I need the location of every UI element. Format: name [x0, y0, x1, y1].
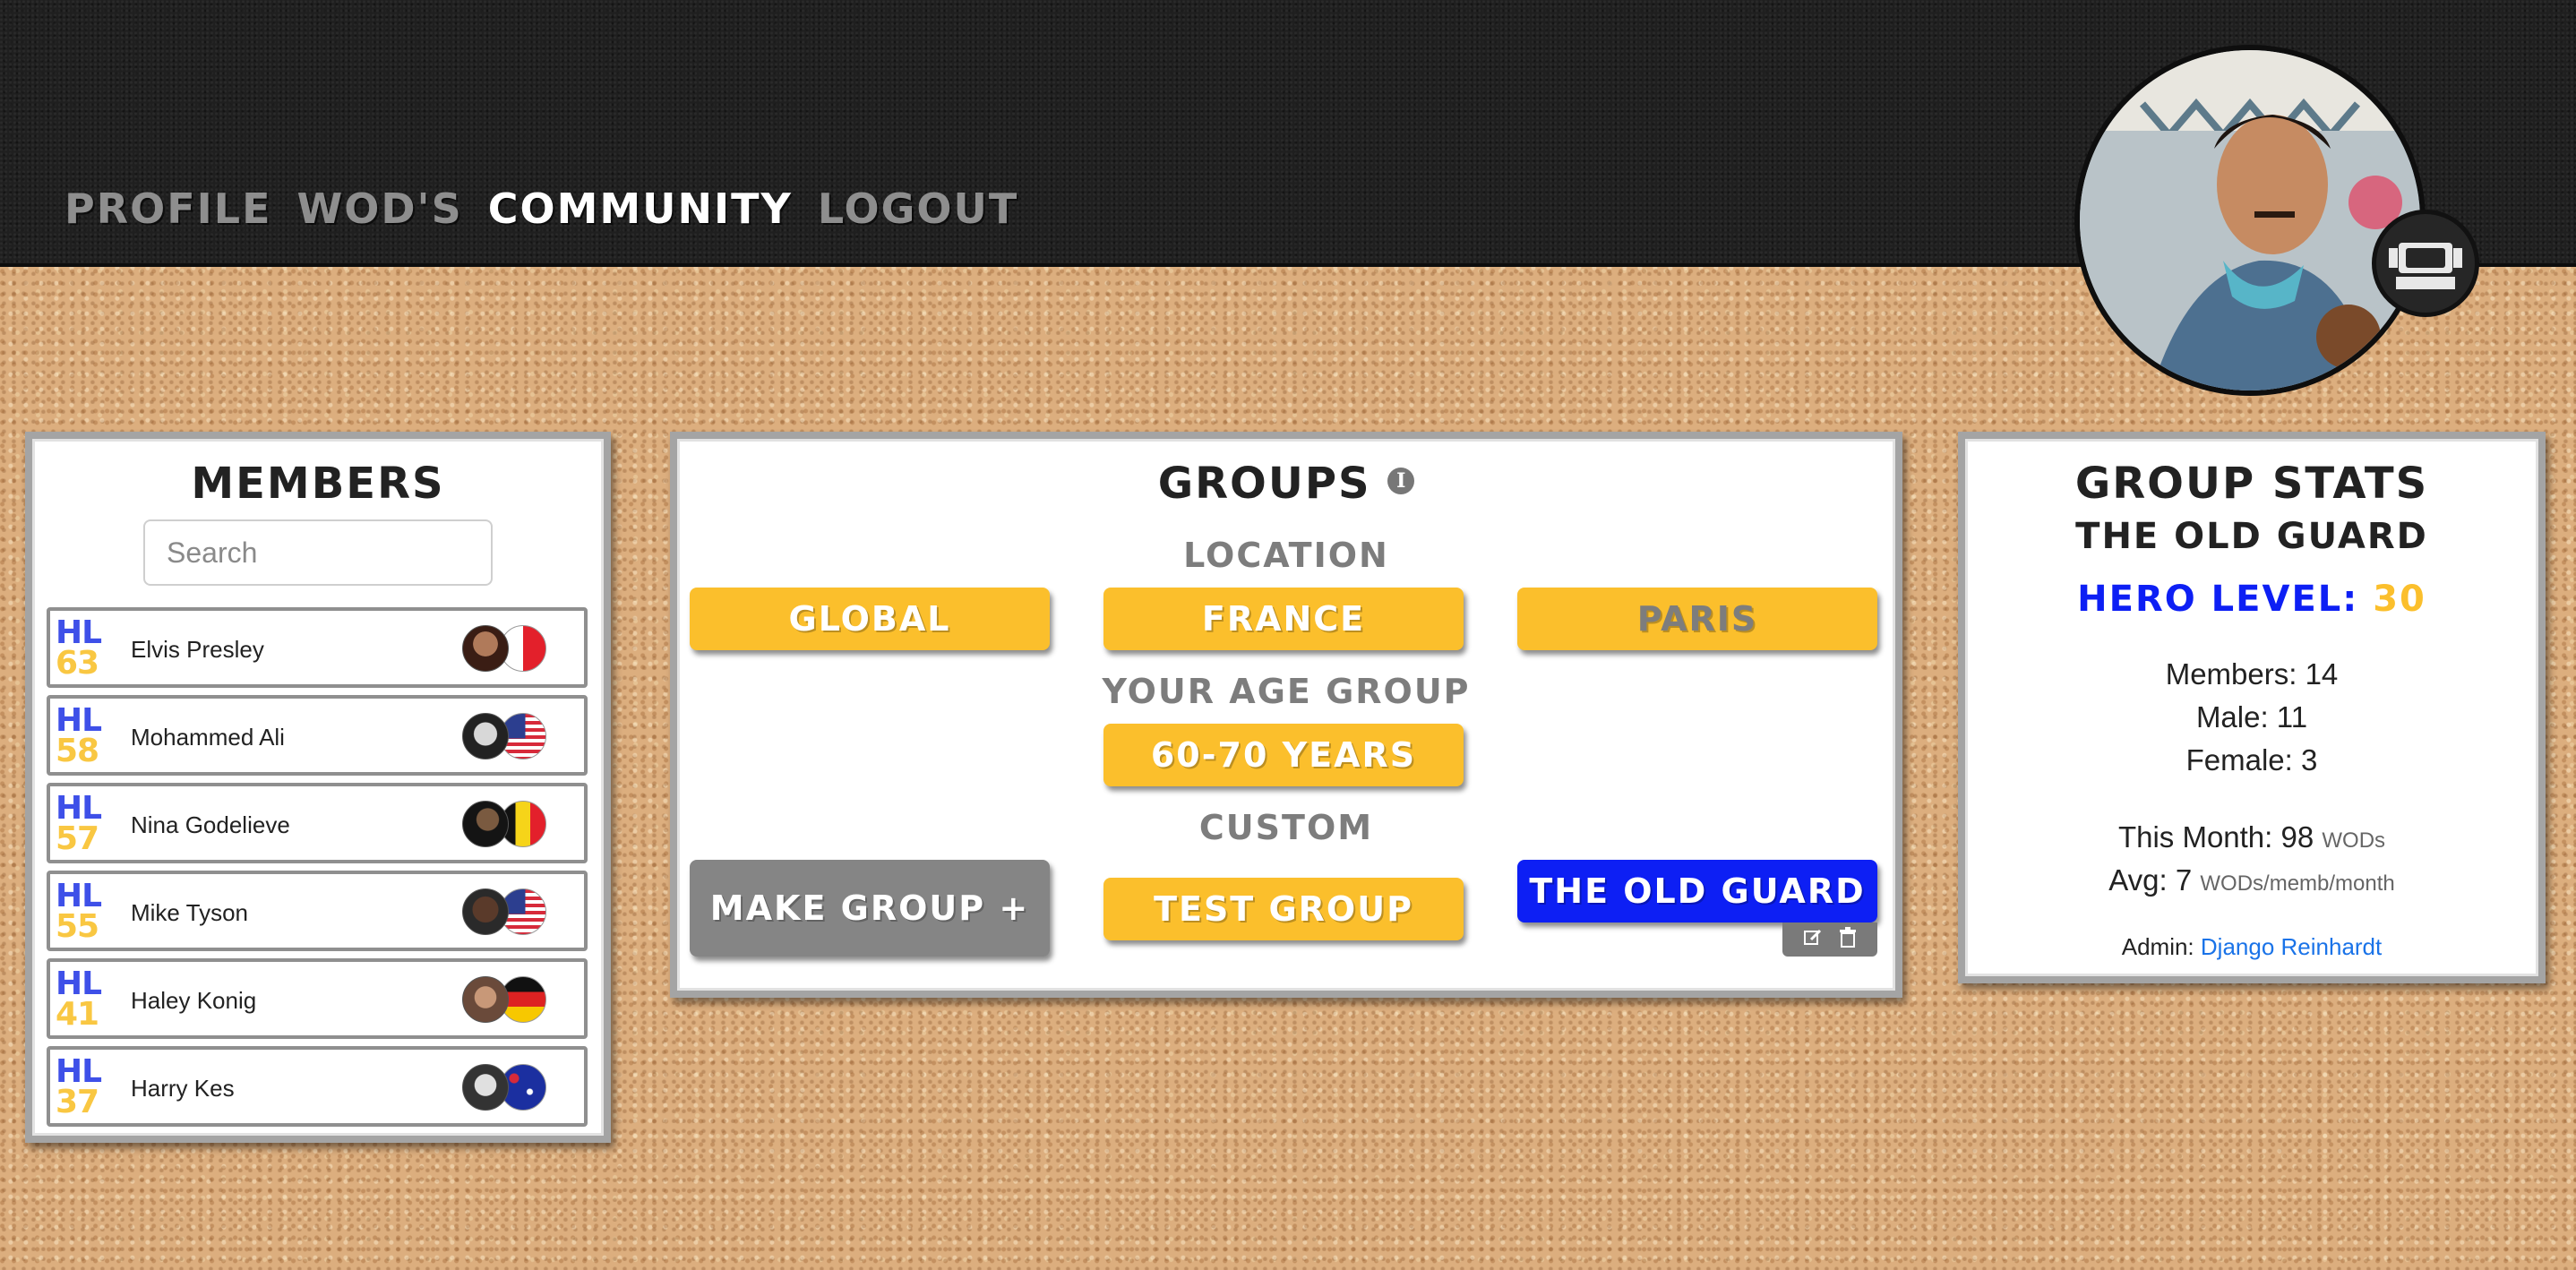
hl-tag: HL: [56, 790, 102, 827]
nav-profile[interactable]: PROFILE: [64, 184, 272, 233]
member-name: Harry Kes: [131, 1075, 235, 1102]
month-wods-unit: WODs: [2322, 828, 2386, 853]
avg-wods-value: Avg: 7: [2108, 863, 2193, 897]
edit-icon[interactable]: [1802, 927, 1824, 953]
member-avatar: [462, 625, 509, 672]
nav-wods[interactable]: WOD'S: [297, 184, 463, 233]
groups-title: GROUPS: [1157, 459, 1371, 509]
hl-tag: HL: [56, 614, 102, 651]
hero-level-label: HERO LEVEL:: [2077, 579, 2359, 620]
member-row[interactable]: HL 37 Harry Kes: [47, 1046, 588, 1127]
members-panel: MEMBERS HL 63 Elvis Presley HL 58 Mohamm…: [25, 432, 611, 1143]
age-group-label: YOUR AGE GROUP: [1102, 672, 1471, 711]
nav-logout[interactable]: LOGOUT: [818, 184, 1018, 233]
stats-group-name: THE OLD GUARD: [2075, 516, 2428, 557]
profile-avatar[interactable]: [2074, 45, 2426, 396]
member-avatar: [462, 976, 509, 1023]
hl-tag: HL: [56, 1053, 102, 1090]
make-group-button[interactable]: MAKE GROUP +: [690, 860, 1050, 957]
groups-panel: GROUPS i LOCATION GLOBAL FRANCE PARIS YO…: [670, 432, 1902, 998]
member-row[interactable]: HL 58 Mohammed Ali: [47, 695, 588, 776]
group-stats-panel: GROUP STATS THE OLD GUARD HERO LEVEL: 30…: [1958, 432, 2546, 983]
hl-value: 41: [56, 996, 99, 1033]
profile-photo: [2080, 50, 2420, 390]
month-wods-value: This Month: 98: [2117, 820, 2314, 854]
group-test-button[interactable]: TEST GROUP: [1103, 878, 1464, 940]
male-count: Male: 11: [2195, 700, 2308, 734]
custom-label: CUSTOM: [1198, 808, 1374, 847]
member-row[interactable]: HL 63 Elvis Presley: [47, 607, 588, 688]
hl-value: 57: [56, 820, 99, 857]
groups-title-row: GROUPS i: [677, 459, 1895, 509]
group-old-guard-button[interactable]: THE OLD GUARD: [1517, 860, 1877, 922]
hero-level-badge: HL 63: [56, 614, 102, 682]
member-row[interactable]: HL 55 Mike Tyson: [47, 871, 588, 951]
member-avatar: [462, 713, 509, 759]
hl-value: 58: [56, 733, 99, 769]
group-paris-button[interactable]: PARIS: [1517, 588, 1877, 650]
admin-row: Admin: Django Reinhardt: [1965, 933, 2538, 961]
member-name: Mike Tyson: [131, 899, 249, 926]
members-title: MEMBERS: [191, 459, 445, 509]
location-label: LOCATION: [1183, 536, 1389, 575]
admin-label: Admin:: [2121, 933, 2194, 960]
avg-wods-unit: WODs/memb/month: [2200, 871, 2395, 896]
nav-community[interactable]: COMMUNITY: [488, 184, 793, 233]
avg-wods: Avg: 7 WODs/memb/month: [1965, 863, 2538, 897]
hl-value: 55: [56, 908, 99, 945]
member-name: Mohammed Ali: [131, 724, 285, 751]
hero-level-row: HERO LEVEL: 30: [1965, 579, 2538, 620]
member-row[interactable]: HL 41 Haley Konig: [47, 958, 588, 1039]
hero-level-badge: HL 57: [56, 790, 102, 857]
member-avatar: [462, 801, 509, 847]
group-global-button[interactable]: GLOBAL: [690, 588, 1050, 650]
hl-value: 37: [56, 1084, 99, 1120]
member-row[interactable]: HL 57 Nina Godelieve: [47, 783, 588, 863]
hero-level-badge: HL 58: [56, 702, 102, 769]
member-search-input[interactable]: [143, 519, 493, 586]
female-count: Female: 3: [2185, 743, 2318, 777]
members-list: HL 63 Elvis Presley HL 58 Mohammed Ali H…: [47, 607, 588, 1134]
stats-title: GROUP STATS: [2074, 459, 2429, 509]
community-badge-icon: [2372, 210, 2479, 317]
group-age-button[interactable]: 60-70 YEARS: [1103, 724, 1464, 786]
hl-tag: HL: [56, 702, 102, 739]
hl-tag: HL: [56, 965, 102, 1002]
member-avatar: [462, 888, 509, 935]
info-icon[interactable]: i: [1387, 468, 1415, 494]
month-wods: This Month: 98 WODs: [1965, 820, 2538, 854]
hl-tag: HL: [56, 878, 102, 914]
hero-level-badge: HL 37: [56, 1053, 102, 1120]
hl-value: 63: [56, 645, 99, 682]
members-count: Members: 14: [2165, 657, 2339, 691]
hero-level-badge: HL 55: [56, 878, 102, 945]
member-avatar: [462, 1064, 509, 1111]
member-name: Haley Konig: [131, 987, 257, 1014]
member-name: Nina Godelieve: [131, 811, 290, 838]
group-actions: [1782, 922, 1877, 957]
hero-level-badge: HL 41: [56, 965, 102, 1033]
hero-level-value: 30: [2373, 579, 2426, 620]
group-france-button[interactable]: FRANCE: [1103, 588, 1464, 650]
main-nav: PROFILE WOD'S COMMUNITY LOGOUT: [64, 184, 1018, 233]
admin-link[interactable]: Django Reinhardt: [2201, 933, 2382, 960]
member-name: Elvis Presley: [131, 636, 264, 663]
trash-icon[interactable]: [1838, 926, 1858, 953]
